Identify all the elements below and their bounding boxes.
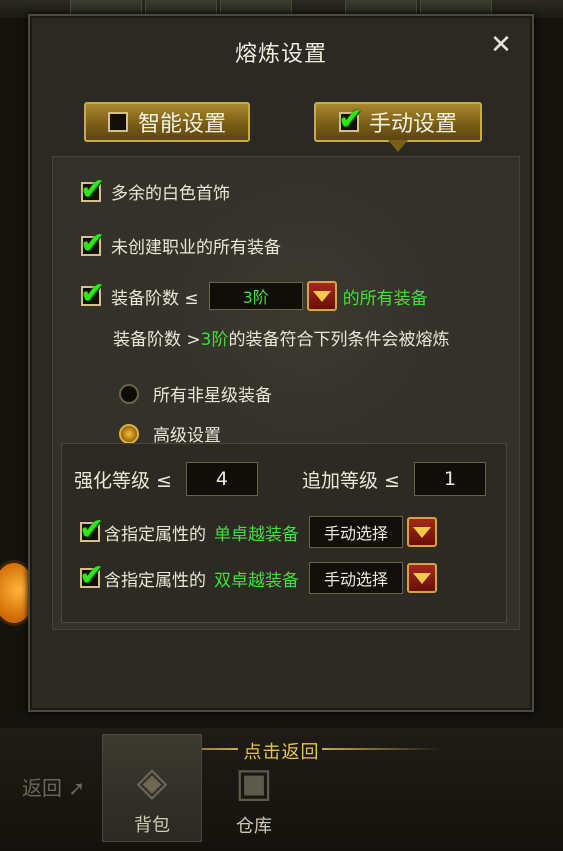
bottom-bar: 点击返回 返回 ➚ ◈ 背包 ▣ 仓库 bbox=[0, 728, 563, 851]
tab-smart-settings[interactable]: 智能设置 bbox=[84, 102, 250, 142]
stage-suffix: 的所有装备 bbox=[342, 288, 428, 309]
condition-prefix: 装备阶数 > bbox=[113, 330, 201, 350]
addition-row: 追加等级 ≤ 1 bbox=[302, 462, 486, 496]
checkbox-checked-icon: ✔ bbox=[337, 102, 364, 137]
dropdown-arrow-icon[interactable] bbox=[306, 281, 337, 311]
smelt-settings-dialog: 熔炼设置 ✕ 智能设置 ✔ 手动设置 ✔ 多余的白色首饰 ✔ 未创建职业的所有装… bbox=[28, 14, 534, 712]
checkbox-unchecked-icon bbox=[107, 112, 128, 132]
backpack-button[interactable]: ◈ 背包 bbox=[102, 734, 202, 842]
chest-icon: ▣ bbox=[235, 760, 273, 806]
advanced-settings-box: 强化等级 ≤ 4 追加等级 ≤ 1 ✔ 含指定属性的 单卓越装备 手动选择 ✔ … bbox=[61, 443, 507, 623]
dropdown-arrow-icon[interactable] bbox=[407, 517, 437, 547]
radio-non-star[interactable]: 所有非星级装备 bbox=[119, 381, 272, 406]
checkbox-checked-icon[interactable]: ✔ bbox=[80, 226, 105, 261]
warehouse-button[interactable]: ▣ 仓库 bbox=[204, 734, 304, 842]
checkbox-checked-icon[interactable]: ✔ bbox=[79, 512, 104, 547]
warehouse-label: 仓库 bbox=[236, 816, 272, 837]
condition-suffix: 的装备符合下列条件会被熔炼 bbox=[228, 330, 450, 350]
back-label: 返回 bbox=[22, 776, 62, 800]
option-label: 多余的白色首饰 bbox=[111, 184, 230, 204]
stage-value[interactable]: 3阶 bbox=[208, 282, 303, 310]
settings-content: ✔ 多余的白色首饰 ✔ 未创建职业的所有装备 ✔ 装备阶数 ≤ 3阶 的所有装备… bbox=[52, 156, 520, 630]
double-prefix: 含指定属性的 bbox=[104, 570, 206, 591]
single-highlight: 单卓越装备 bbox=[214, 524, 299, 545]
addition-label: 追加等级 ≤ bbox=[302, 469, 400, 492]
backpack-icon: ◈ bbox=[136, 759, 168, 805]
condition-text: 装备阶数 > 3阶 的装备符合下列条件会被熔炼 bbox=[113, 325, 449, 350]
double-highlight: 双卓越装备 bbox=[214, 570, 299, 591]
enhance-row: 强化等级 ≤ 4 bbox=[74, 462, 258, 496]
checkbox-checked-icon[interactable]: ✔ bbox=[79, 558, 104, 593]
condition-value: 3阶 bbox=[200, 330, 229, 350]
option-double-excellent[interactable]: ✔ 含指定属性的 双卓越装备 手动选择 bbox=[79, 558, 437, 594]
dialog-title: 熔炼设置 bbox=[234, 42, 327, 67]
tab-manual-settings[interactable]: ✔ 手动设置 bbox=[314, 102, 482, 152]
addition-value-field[interactable]: 1 bbox=[413, 462, 486, 496]
option-white-jewelry[interactable]: ✔ 多余的白色首饰 bbox=[80, 172, 230, 207]
tab-label: 智能设置 bbox=[137, 112, 226, 137]
radio-label: 所有非星级装备 bbox=[153, 386, 272, 406]
enhance-label: 强化等级 ≤ bbox=[74, 469, 172, 492]
stage-prefix: 装备阶数 ≤ bbox=[111, 288, 199, 309]
manual-select-button[interactable]: 手动选择 bbox=[309, 562, 403, 594]
tab-label: 手动设置 bbox=[368, 112, 457, 137]
back-button[interactable]: 返回 ➚ bbox=[22, 772, 85, 801]
option-uncreated-class[interactable]: ✔ 未创建职业的所有装备 bbox=[80, 226, 281, 261]
close-icon[interactable]: ✕ bbox=[488, 32, 514, 58]
radio-icon[interactable] bbox=[119, 383, 139, 404]
manual-select-button[interactable]: 手动选择 bbox=[309, 516, 403, 548]
backpack-label: 背包 bbox=[134, 815, 170, 836]
checkbox-checked-icon[interactable]: ✔ bbox=[80, 172, 105, 207]
option-label: 未创建职业的所有装备 bbox=[111, 238, 281, 258]
option-stage[interactable]: ✔ 装备阶数 ≤ 3阶 的所有装备 bbox=[80, 276, 428, 311]
enhance-value-field[interactable]: 4 bbox=[185, 462, 258, 496]
radio-icon[interactable] bbox=[119, 423, 139, 444]
dropdown-arrow-icon[interactable] bbox=[407, 563, 437, 593]
single-prefix: 含指定属性的 bbox=[104, 524, 206, 545]
checkbox-checked-icon[interactable]: ✔ bbox=[80, 276, 105, 311]
option-single-excellent[interactable]: ✔ 含指定属性的 单卓越装备 手动选择 bbox=[79, 512, 437, 548]
